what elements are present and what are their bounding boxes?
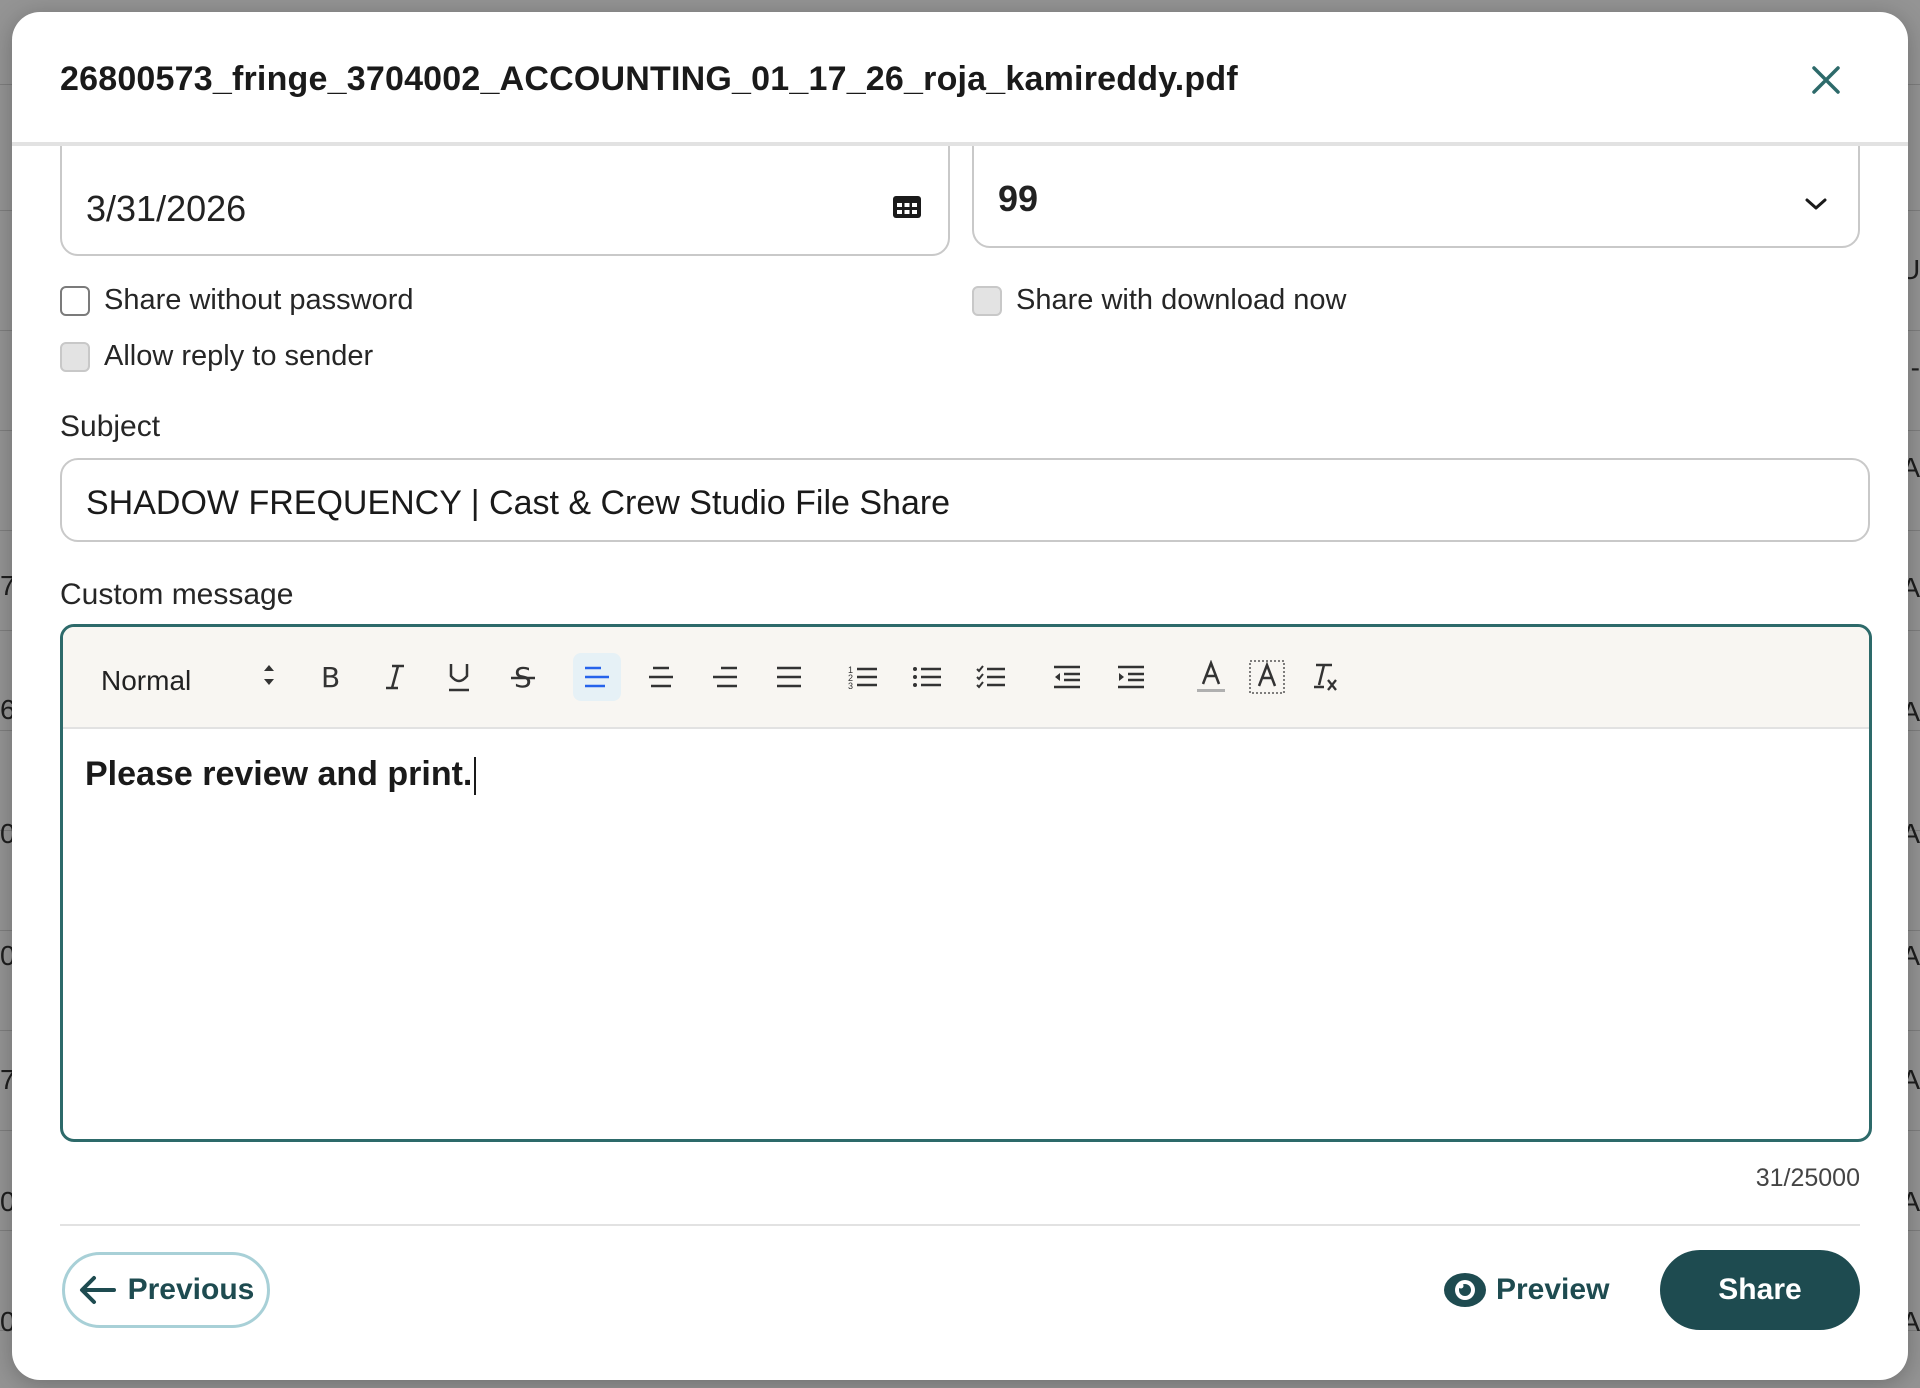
date-value: 3/31/2026	[86, 188, 247, 229]
clear-format-icon	[1314, 663, 1337, 691]
arrow-left-icon	[79, 1276, 116, 1304]
previous-label: Previous	[127, 1273, 255, 1306]
dialog-header: 26800573_fringe_3704002_ACCOUNTING_01_17…	[12, 12, 1908, 144]
checkbox-label: Allow reply to sender	[104, 340, 374, 372]
highlight-color-button[interactable]	[1243, 653, 1291, 701]
align-left-button[interactable]	[573, 653, 621, 701]
preview-button[interactable]: Preview	[1442, 1262, 1609, 1318]
align-center-button[interactable]	[637, 653, 685, 701]
dialog-title: 26800573_fringe_3704002_ACCOUNTING_01_17…	[60, 60, 1238, 98]
strikethrough-button[interactable]: S	[499, 653, 547, 701]
share-label: Share	[1718, 1273, 1802, 1306]
outdent-icon	[1054, 665, 1080, 689]
close-button[interactable]	[1806, 60, 1846, 100]
bullet-list-button[interactable]	[903, 653, 951, 701]
preview-label: Preview	[1496, 1273, 1610, 1306]
outdent-button[interactable]	[1043, 653, 1091, 701]
italic-icon	[386, 664, 404, 690]
align-left-icon	[585, 666, 609, 688]
character-counter: 31/25000	[1755, 1164, 1860, 1192]
subject-value: SHADOW FREQUENCY | Cast & Crew Studio Fi…	[86, 484, 951, 522]
message-editor[interactable]: Normal B S	[60, 624, 1872, 1142]
underline-icon	[449, 664, 469, 692]
message-text: Please review and print.	[85, 755, 473, 793]
italic-button[interactable]	[371, 653, 419, 701]
share-dialog: 26800573_fringe_3704002_ACCOUNTING_01_17…	[12, 12, 1908, 1380]
close-icon	[1812, 66, 1840, 94]
align-justify-icon	[777, 666, 801, 688]
checklist-icon	[976, 665, 1005, 689]
svg-text:B: B	[321, 662, 340, 692]
align-center-icon	[649, 666, 673, 688]
sort-arrows-icon	[264, 665, 274, 685]
indent-button[interactable]	[1107, 653, 1155, 701]
share-without-password-option[interactable]: Share without password	[60, 284, 414, 317]
bold-button[interactable]: B	[307, 653, 355, 701]
select-value: 99	[998, 178, 1039, 219]
bold-icon: B	[321, 662, 340, 692]
bullet-list-icon	[913, 667, 941, 687]
share-with-download-now-checkbox	[972, 285, 1002, 316]
allow-reply-option: Allow reply to sender	[60, 340, 373, 373]
subject-input[interactable]: SHADOW FREQUENCY | Cast & Crew Studio Fi…	[60, 458, 1870, 542]
share-button[interactable]: Share	[1660, 1250, 1860, 1330]
custom-message-label: Custom message	[60, 578, 294, 611]
subject-label: Subject	[60, 410, 161, 443]
align-right-button[interactable]	[701, 653, 749, 701]
align-justify-button[interactable]	[765, 653, 813, 701]
ordered-list-icon: 123	[848, 665, 877, 690]
text-color-icon	[1197, 660, 1225, 692]
calendar-icon[interactable]	[892, 194, 922, 220]
text-color-button[interactable]	[1187, 653, 1235, 701]
underline-button[interactable]	[435, 653, 483, 701]
svg-text:3: 3	[848, 681, 853, 690]
ordered-list-button[interactable]: 123	[839, 653, 887, 701]
chevron-down-icon	[1805, 198, 1827, 210]
header-divider	[12, 144, 1908, 146]
checkbox-label: Share without password	[104, 284, 414, 316]
checklist-button[interactable]	[967, 653, 1015, 701]
indent-icon	[1118, 665, 1144, 689]
previous-button[interactable]: Previous	[62, 1252, 270, 1328]
text-format-select[interactable]: Normal	[101, 665, 281, 705]
highlight-icon	[1249, 660, 1285, 694]
share-with-download-now-option: Share with download now	[972, 284, 1346, 317]
checkbox-label: Share with download now	[1016, 284, 1347, 316]
footer-divider	[60, 1224, 1860, 1226]
text-cursor	[474, 757, 477, 796]
allow-reply-checkbox	[60, 341, 90, 372]
eye-icon	[1444, 1273, 1486, 1307]
editor-toolbar: Normal B S	[63, 627, 1869, 729]
editor-content[interactable]: Please review and print.	[85, 755, 477, 796]
align-right-icon	[713, 666, 737, 688]
clear-format-button[interactable]	[1301, 653, 1349, 701]
share-without-password-checkbox[interactable]	[60, 285, 90, 316]
format-value: Normal	[101, 665, 192, 696]
strikethrough-icon: S	[511, 662, 535, 692]
